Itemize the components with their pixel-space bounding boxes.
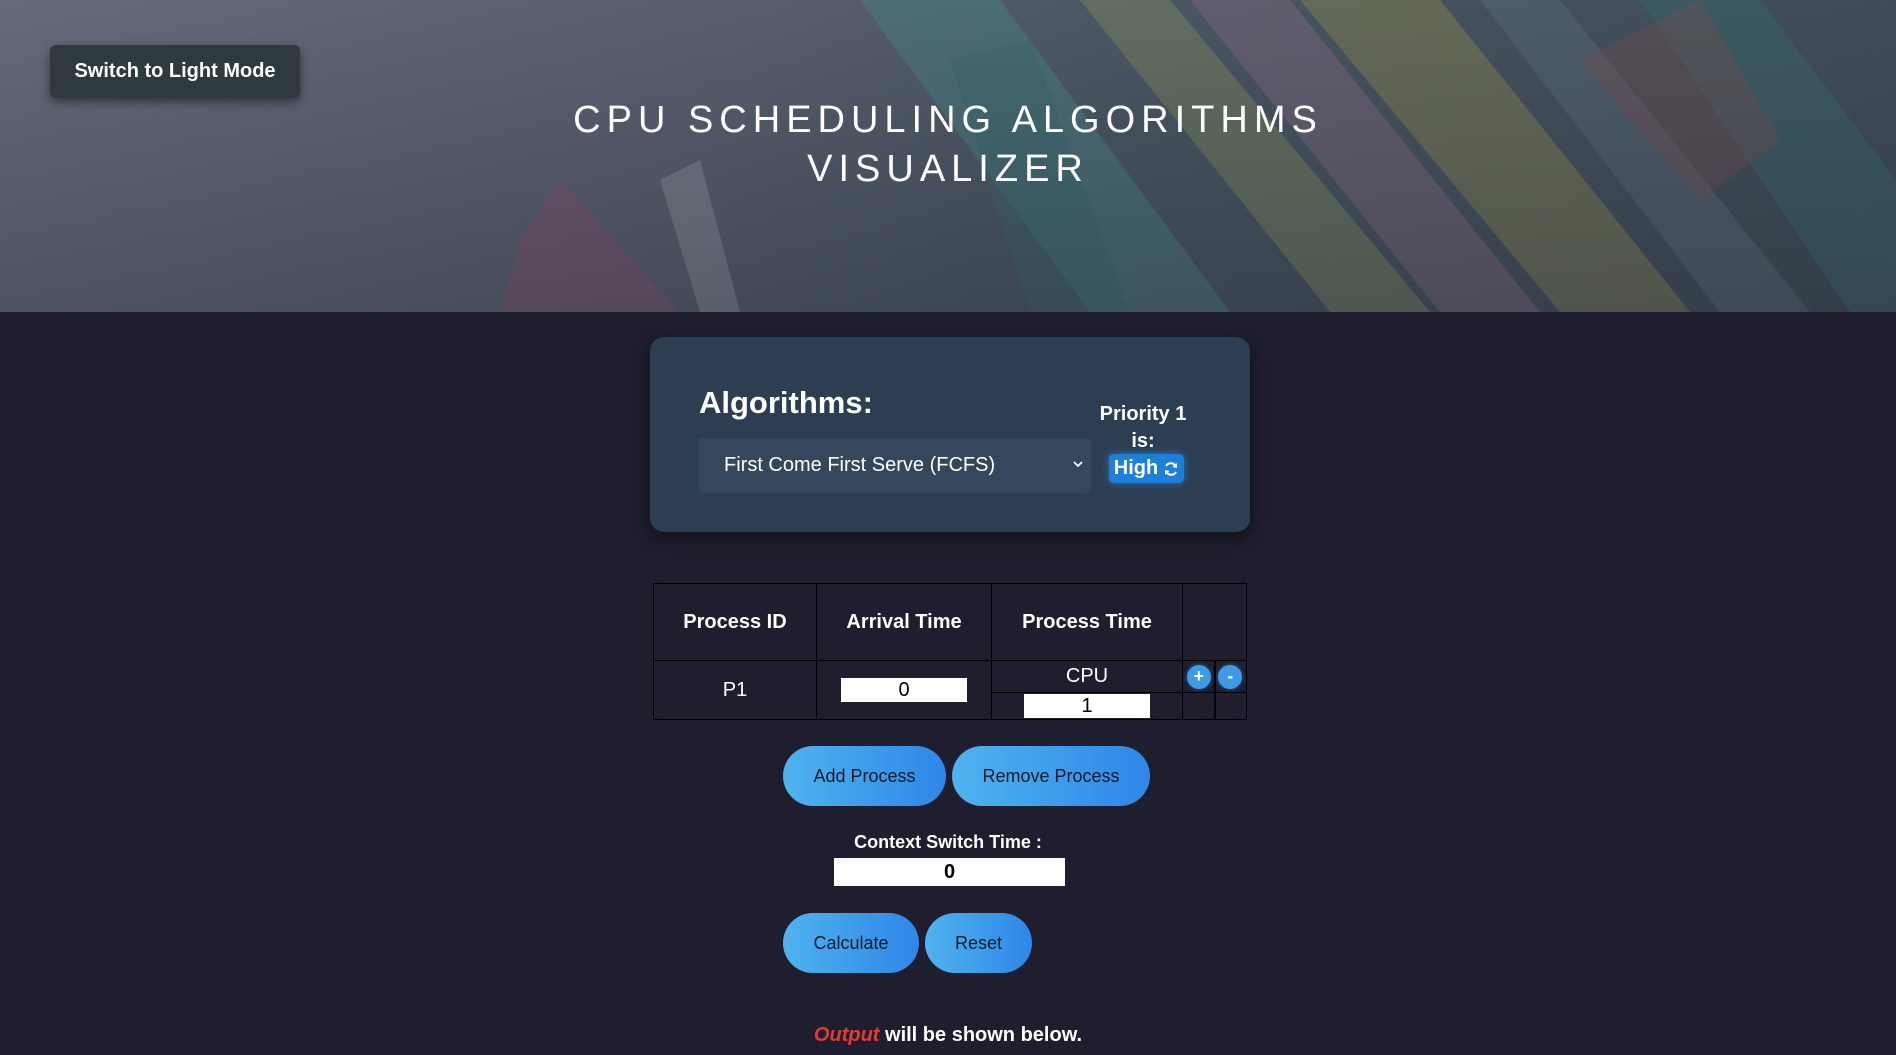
remove-burst-button[interactable]: - (1218, 664, 1243, 689)
header-banner: Switch to Light Mode CPU SCHEDULING ALGO… (0, 0, 1896, 312)
reset-button[interactable]: Reset (925, 913, 1032, 973)
priority-value: High (1113, 457, 1159, 479)
add-process-button[interactable]: Add Process (783, 746, 946, 806)
table-row: P1 0 CPU 1 + - (653, 660, 1247, 720)
arrival-time-cell: 0 (816, 660, 992, 720)
header-arrival-time: Arrival Time (816, 583, 992, 661)
context-switch-input[interactable]: 0 (834, 858, 1065, 886)
output-note-text: will be shown below. (879, 1024, 1083, 1046)
process-table: Process ID Arrival Time Process Time P1 … (653, 583, 1247, 720)
output-note: Output will be shown below. (0, 1024, 1896, 1047)
priority-label: Priority 1 is: (1099, 403, 1187, 452)
process-table-header-row: Process ID Arrival Time Process Time (653, 583, 1247, 661)
header-actions (1182, 583, 1247, 661)
page-title-line-2: VISUALIZER (807, 148, 1089, 190)
remove-process-button[interactable]: Remove Process (952, 746, 1150, 806)
header-process-time: Process Time (991, 583, 1183, 661)
light-mode-toggle-button[interactable]: Switch to Light Mode (50, 45, 300, 98)
add-burst-button[interactable]: + (1186, 664, 1211, 689)
arrival-time-input[interactable]: 0 (841, 678, 967, 702)
page-title: CPU SCHEDULING ALGORITHMS VISUALIZER (0, 96, 1896, 194)
burst-actions-cell: + - (1182, 660, 1247, 720)
page-title-line-1: CPU SCHEDULING ALGORITHMS (573, 99, 1323, 141)
context-switch-label: Context Switch Time : (854, 832, 1042, 852)
chevron-down-icon (1073, 461, 1083, 468)
process-time-input[interactable]: 1 (1024, 694, 1150, 718)
refresh-icon (1165, 461, 1178, 476)
algorithm-select-value: First Come First Serve (FCFS) (724, 454, 996, 476)
algorithm-select[interactable]: First Come First Serve (FCFS) (699, 438, 1091, 493)
burst-type-label: CPU (992, 661, 1182, 693)
algorithm-card: Algorithms: First Come First Serve (FCFS… (650, 337, 1250, 532)
calculate-button[interactable]: Calculate (783, 913, 919, 973)
process-id-cell: P1 (653, 660, 817, 720)
process-time-cell: CPU 1 (991, 660, 1183, 720)
priority-toggle-button[interactable]: High (1109, 454, 1184, 483)
output-highlight: Output (813, 1024, 880, 1046)
algorithms-label: Algorithms: (699, 385, 873, 420)
header-process-id: Process ID (653, 583, 817, 661)
